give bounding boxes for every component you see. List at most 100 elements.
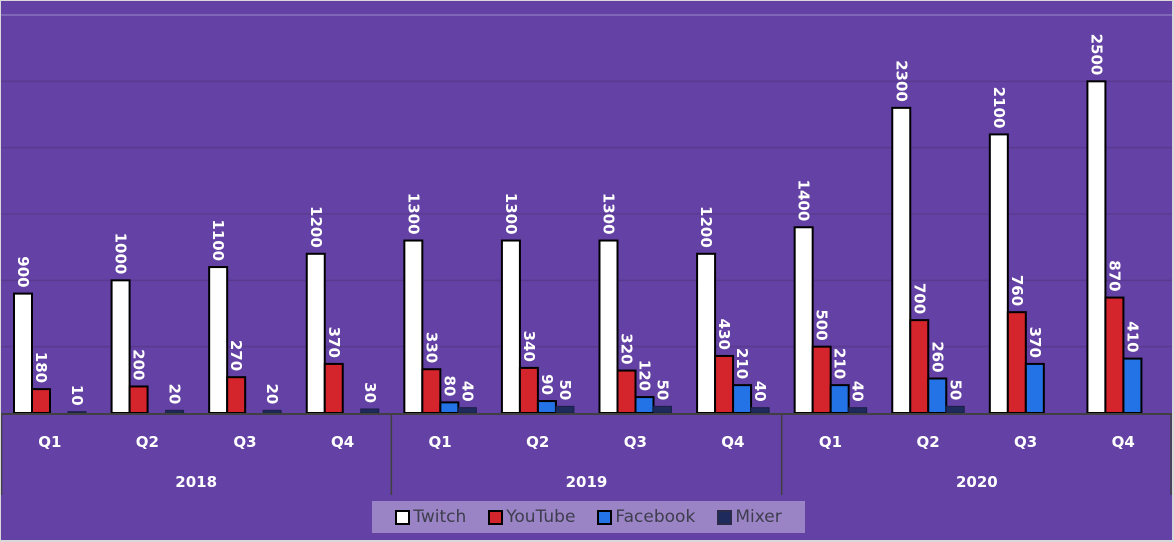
bar-chart: 900 1000 1100 1200 1300 1300 1300 1200 1400 2300 2… bbox=[1, 14, 1172, 495]
data-label-youtube: 180 bbox=[32, 352, 50, 383]
bar-facebook bbox=[439, 401, 460, 414]
data-label-youtube: 700 bbox=[910, 283, 928, 314]
data-label-youtube: 270 bbox=[227, 340, 245, 371]
data-label-twitch: 900 bbox=[14, 256, 32, 287]
bar-twitch bbox=[403, 239, 424, 414]
legend-label: Twitch bbox=[413, 507, 467, 527]
bar-youtube bbox=[616, 369, 637, 414]
bar-mixer bbox=[848, 407, 868, 414]
legend-swatch-facebook bbox=[597, 509, 613, 525]
data-label-facebook: 410 bbox=[1123, 321, 1141, 352]
data-label-youtube: 340 bbox=[520, 331, 538, 362]
data-label-youtube: 330 bbox=[422, 332, 440, 363]
quarter-tick-label: Q4 bbox=[1112, 433, 1135, 451]
data-label-twitch: 1300 bbox=[404, 193, 422, 235]
data-label-twitch: 2300 bbox=[892, 60, 910, 102]
data-label-mixer: 40 bbox=[751, 381, 769, 402]
legend-label: Mixer bbox=[735, 507, 782, 527]
bar-twitch bbox=[988, 133, 1009, 414]
bar-facebook bbox=[1122, 357, 1143, 414]
quarter-tick-label: Q1 bbox=[819, 433, 842, 451]
bar-twitch bbox=[208, 266, 229, 415]
bar-twitch bbox=[13, 292, 33, 415]
data-label-mixer: 10 bbox=[68, 385, 86, 406]
data-label-mixer: 20 bbox=[166, 383, 184, 404]
data-label-youtube: 320 bbox=[618, 333, 636, 364]
data-label-youtube: 870 bbox=[1105, 260, 1123, 291]
bar-youtube bbox=[421, 368, 442, 414]
legend-swatch-mixer bbox=[717, 509, 733, 525]
bar-mixer bbox=[67, 411, 87, 414]
data-label-mixer: 40 bbox=[458, 381, 476, 402]
data-label-mixer: 20 bbox=[263, 383, 281, 404]
legend-swatch-youtube bbox=[488, 509, 504, 525]
legend-item-mixer: Mixer bbox=[717, 507, 782, 527]
bar-youtube bbox=[1104, 296, 1125, 414]
data-label-mixer: 50 bbox=[946, 379, 964, 400]
quarter-tick-label: Q3 bbox=[624, 433, 647, 451]
data-label-twitch: 2500 bbox=[1087, 34, 1105, 76]
legend-item-facebook: Facebook bbox=[597, 507, 695, 527]
data-label-facebook: 80 bbox=[440, 376, 458, 397]
bar-youtube bbox=[714, 354, 735, 415]
bar-mixer bbox=[360, 408, 380, 414]
bar-twitch bbox=[793, 226, 814, 414]
data-label-facebook: 210 bbox=[733, 348, 751, 379]
bar-facebook bbox=[927, 377, 948, 414]
data-label-twitch: 1100 bbox=[209, 219, 227, 261]
legend-label: Facebook bbox=[615, 507, 696, 527]
data-label-facebook: 260 bbox=[928, 341, 946, 372]
quarter-tick-label: Q4 bbox=[721, 433, 744, 451]
bar-youtube bbox=[128, 385, 149, 415]
year-tick-label: 2019 bbox=[566, 473, 608, 491]
bar-twitch bbox=[305, 252, 326, 414]
chart-area: 900 1000 1100 1200 1300 1300 1300 1200 1400 2300 2… bbox=[1, 1, 1172, 540]
data-label-twitch: 1300 bbox=[502, 193, 520, 235]
bar-twitch bbox=[598, 239, 619, 414]
quarter-tick-label: Q3 bbox=[1014, 433, 1037, 451]
bar-youtube bbox=[31, 388, 51, 414]
bar-facebook bbox=[634, 396, 655, 414]
quarter-tick-label: Q2 bbox=[916, 433, 939, 451]
data-label-mixer: 50 bbox=[556, 379, 574, 400]
data-label-mixer: 50 bbox=[654, 379, 672, 400]
bar-twitch bbox=[110, 279, 131, 415]
quarter-tick-label: Q2 bbox=[136, 433, 159, 451]
quarter-tick-label: Q1 bbox=[38, 433, 61, 451]
data-label-twitch: 1400 bbox=[795, 180, 813, 222]
quarter-tick-label: Q1 bbox=[429, 433, 452, 451]
data-label-youtube: 200 bbox=[130, 349, 148, 380]
quarter-tick-label: Q3 bbox=[233, 433, 256, 451]
data-label-mixer: 30 bbox=[361, 382, 379, 403]
bar-twitch bbox=[696, 252, 717, 414]
bar-youtube bbox=[226, 376, 247, 414]
legend-item-youtube: YouTube bbox=[488, 507, 575, 527]
bar-mixer bbox=[945, 405, 965, 414]
data-label-twitch: 1200 bbox=[307, 206, 325, 248]
bar-mixer bbox=[555, 405, 575, 414]
bar-facebook bbox=[1024, 362, 1045, 414]
data-label-facebook: 90 bbox=[538, 374, 556, 395]
year-tick-label: 2020 bbox=[956, 473, 998, 491]
bar-mixer bbox=[457, 407, 477, 414]
bar-facebook bbox=[536, 400, 557, 414]
data-label-twitch: 1300 bbox=[600, 193, 618, 235]
year-tick-label: 2018 bbox=[175, 473, 217, 491]
bar-mixer bbox=[750, 407, 770, 414]
data-label-twitch: 2100 bbox=[990, 87, 1008, 129]
bar-youtube bbox=[811, 345, 832, 414]
data-label-youtube: 430 bbox=[715, 319, 733, 350]
data-label-twitch: 1200 bbox=[697, 206, 715, 248]
data-label-twitch: 1000 bbox=[112, 233, 130, 275]
bar-facebook bbox=[732, 384, 753, 415]
data-label-youtube: 370 bbox=[325, 327, 343, 358]
legend: Twitch YouTube Facebook Mixer bbox=[372, 501, 805, 533]
data-label-youtube: 760 bbox=[1008, 275, 1026, 306]
data-label-youtube: 500 bbox=[813, 309, 831, 340]
legend-swatch-twitch bbox=[395, 509, 411, 525]
bar-youtube bbox=[1006, 311, 1027, 415]
data-label-mixer: 40 bbox=[849, 381, 867, 402]
bar-youtube bbox=[323, 362, 344, 414]
bar-mixer bbox=[262, 409, 282, 414]
bar-mixer bbox=[653, 405, 672, 414]
